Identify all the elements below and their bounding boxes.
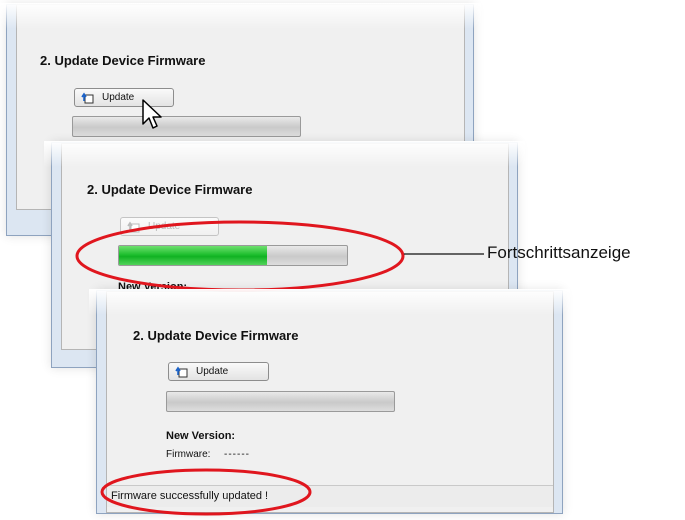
progress-callout-label: Fortschrittsanzeige [487,243,631,262]
firmware-panel-3: 2. Update Device Firmware Update New Ver… [106,291,554,513]
update-button-disabled: Update [120,217,219,236]
section-title: 2. Update Device Firmware [87,182,253,197]
firmware-window-3: 2. Update Device Firmware Update New Ver… [89,289,570,514]
firmware-progress-bar [118,245,348,266]
firmware-label: Firmware: [166,449,211,460]
firmware-value: ------ [224,449,250,460]
update-upload-icon [81,92,94,104]
update-button[interactable]: Update [168,362,269,381]
update-button[interactable]: Update [74,88,174,107]
update-upload-icon [127,221,140,233]
section-title: 2. Update Device Firmware [40,53,206,68]
section-title: 2. Update Device Firmware [133,328,299,343]
update-button-label: Update [196,366,229,377]
update-button-label: Update [102,92,135,103]
firmware-progress-bar [72,116,301,137]
progress-fill [119,246,268,265]
firmware-progress-bar [166,391,395,412]
update-upload-icon [175,366,188,378]
new-version-label: New Version: [166,430,236,442]
update-button-label: Update [148,221,181,232]
status-bar-message: Firmware successfully updated ! [107,485,553,507]
